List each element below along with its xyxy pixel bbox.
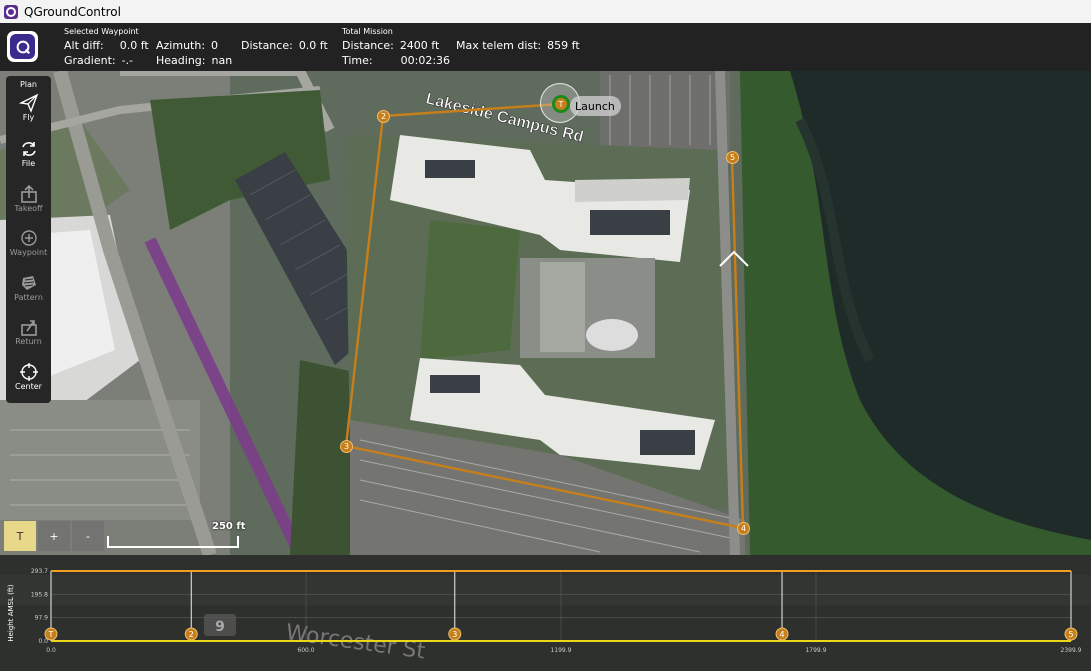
- chart-y-tick-label: 293.7: [31, 568, 48, 575]
- chart-x-tick-label: 0.0: [46, 647, 56, 654]
- time-stat: Time: 00:02:36: [342, 54, 451, 67]
- total-distance-stat: Distance: 2400 ft: [342, 39, 440, 52]
- crosshair-icon: [19, 363, 38, 381]
- azimuth-stat: Azimuth: 0: [156, 39, 219, 52]
- chart-y-tick-label: 97.9: [35, 615, 49, 622]
- chart-waypoint-label: 4: [779, 630, 784, 639]
- qgc-logo-icon: [16, 40, 30, 54]
- map-scale-label: 250 ft: [212, 521, 246, 532]
- chart-x-tick-label: 2399.9: [1061, 647, 1082, 654]
- chart-waypoint-label: 5: [1068, 630, 1073, 639]
- takeoff-tool-button[interactable]: Takeoff: [6, 184, 51, 213]
- map-scale-bar: [107, 536, 239, 548]
- fly-tool-button[interactable]: Fly: [6, 93, 51, 122]
- waypoint-marker-4[interactable]: 4: [737, 522, 750, 535]
- file-tool-button[interactable]: File: [6, 139, 51, 168]
- return-icon: [20, 320, 37, 336]
- chart-x-tick-label: 1199.9: [550, 647, 571, 654]
- window-title: QGroundControl: [24, 4, 121, 19]
- chart-waypoint-label: 2: [189, 630, 194, 639]
- launch-marker[interactable]: T: [552, 95, 570, 113]
- total-mission-heading: Total Mission: [342, 27, 393, 36]
- plan-header: Plan: [19, 80, 38, 89]
- alt-diff-stat: Alt diff: 0.0 ft: [64, 39, 149, 52]
- waypoint-marker-2[interactable]: 2: [377, 110, 390, 123]
- sync-icon: [21, 142, 36, 156]
- waypoint-marker-3[interactable]: 3: [340, 440, 353, 453]
- qgc-app-icon: [4, 4, 18, 19]
- gradient-stat: Gradient: -.-: [64, 54, 134, 67]
- zoom-in-button[interactable]: +: [38, 521, 70, 551]
- chart-y-tick-label: 195.8: [31, 591, 48, 598]
- zoom-terrain-button[interactable]: T: [4, 521, 36, 551]
- chart-x-tick-label: 1799.9: [805, 647, 826, 654]
- launch-label: Launch: [570, 96, 621, 116]
- return-tool-button[interactable]: Return: [6, 317, 51, 346]
- waypoint-tool-button[interactable]: Waypoint: [6, 228, 51, 257]
- selected-waypoint-heading: Selected Waypoint: [64, 27, 139, 36]
- distance-stat: Distance: 0.0 ft: [241, 39, 328, 52]
- pattern-tool-button[interactable]: Pattern: [6, 273, 51, 302]
- chart-waypoint-label: 3: [452, 630, 457, 639]
- chart-x-tick-label: 600.0: [297, 647, 314, 654]
- terrain-profile-chart: 9 Worcester St Height AMSL (ft) 293.7195…: [0, 555, 1091, 671]
- center-tool-button[interactable]: Center: [6, 362, 51, 391]
- zoom-out-button[interactable]: -: [72, 521, 104, 551]
- chart-y-axis-label: Height AMSL (ft): [7, 584, 15, 642]
- takeoff-icon: [20, 184, 37, 203]
- max-telem-stat: Max telem dist: 859 ft: [456, 39, 580, 52]
- terrain-profile-panel: 9 Worcester St Height AMSL (ft) 293.7 195…: [0, 555, 1091, 671]
- paper-plane-icon: [18, 93, 38, 113]
- pattern-icon: [21, 276, 36, 290]
- mission-map[interactable]: Lakeside Campus Rd 250 ft: [0, 71, 1091, 555]
- satellite-imagery: Lakeside Campus Rd: [0, 71, 1091, 555]
- heading-stat: Heading: nan: [156, 54, 233, 67]
- qgc-window: QGroundControl Selected Waypoint Alt dif…: [0, 0, 1091, 671]
- chart-waypoint-label: T: [48, 630, 54, 639]
- plus-circle-icon: [20, 230, 37, 246]
- qgc-logo-button[interactable]: [7, 31, 38, 62]
- title-bar: QGroundControl: [0, 0, 1091, 23]
- plan-toolbar: Selected Waypoint Alt diff: 0.0 ft Azimu…: [0, 23, 1091, 71]
- chart-y-tick-label: 0.0: [38, 638, 48, 645]
- plan-toolstrip: Plan Fly File Takeoff Waypoint Pattern R…: [6, 76, 51, 403]
- waypoint-marker-5[interactable]: 5: [726, 151, 739, 164]
- background-road-number: 9: [215, 619, 225, 635]
